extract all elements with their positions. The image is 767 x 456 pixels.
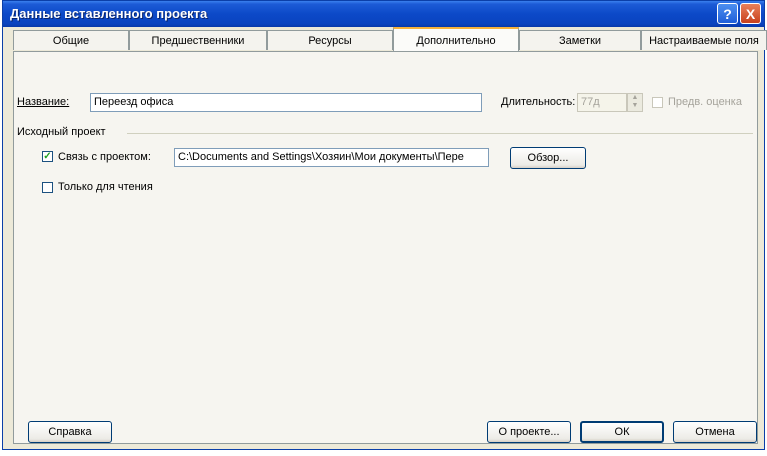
tab-predecessors[interactable]: Предшественники xyxy=(129,30,267,50)
tab-panel-advanced: Название: Переезд офиса Длительность: 77… xyxy=(13,51,758,444)
link-checkbox[interactable]: ✓ xyxy=(42,151,53,162)
tab-general[interactable]: Общие xyxy=(13,30,129,50)
duration-spinner[interactable]: ▲ ▼ xyxy=(627,93,643,112)
duration-label: Длительность: xyxy=(501,96,576,108)
duration-field[interactable]: 77д xyxy=(577,93,627,112)
name-field[interactable]: Переезд офиса xyxy=(90,93,482,112)
check-icon: ✓ xyxy=(43,151,52,162)
help-title-button[interactable]: ? xyxy=(717,3,738,24)
title-bar: Данные вставленного проекта ? X xyxy=(3,1,764,27)
tab-custom-fields[interactable]: Настраиваемые поля xyxy=(641,30,767,50)
browse-button[interactable]: Обзор... xyxy=(510,147,586,169)
ok-button[interactable]: ОК xyxy=(580,421,664,443)
close-button[interactable]: X xyxy=(740,3,761,24)
window-title: Данные вставленного проекта xyxy=(10,6,208,21)
cancel-button[interactable]: Отмена xyxy=(673,421,757,443)
tab-advanced[interactable]: Дополнительно xyxy=(393,27,519,51)
link-label: Связь с проектом: xyxy=(58,151,151,163)
source-group-title: Исходный проект xyxy=(17,126,106,138)
spin-down-icon: ▼ xyxy=(631,102,639,109)
estimated-label: Предв. оценка xyxy=(668,96,742,108)
tab-resources[interactable]: Ресурсы xyxy=(267,30,393,50)
dialog-window: Данные вставленного проекта ? X Общие Пр… xyxy=(2,0,767,450)
spin-up-icon: ▲ xyxy=(631,94,639,101)
about-project-button[interactable]: О проекте... xyxy=(487,421,571,443)
help-button[interactable]: Справка xyxy=(28,421,112,443)
readonly-checkbox[interactable] xyxy=(42,182,53,193)
group-divider xyxy=(127,133,753,134)
readonly-label: Только для чтения xyxy=(58,181,153,193)
tab-notes[interactable]: Заметки xyxy=(519,30,641,50)
link-path-field[interactable]: C:\Documents and Settings\Хозяин\Мои док… xyxy=(174,148,489,167)
name-label: Название: xyxy=(17,96,70,108)
estimated-checkbox[interactable] xyxy=(652,97,663,108)
